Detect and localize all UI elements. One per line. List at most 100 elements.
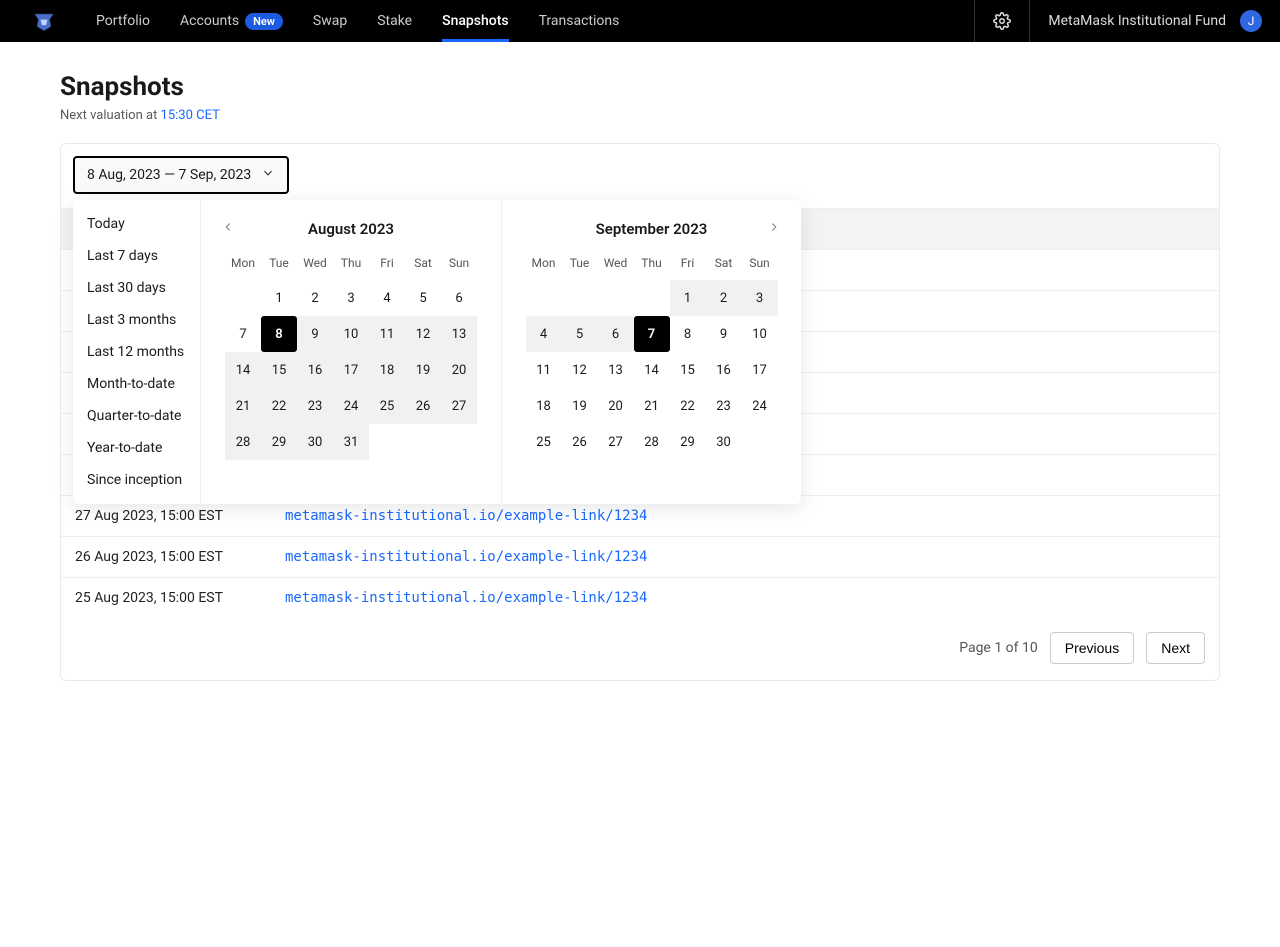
calendar-day[interactable]: 10 xyxy=(333,316,369,352)
row-link[interactable]: metamask-institutional.io/example-link/1… xyxy=(285,549,647,565)
next-page-button[interactable]: Next xyxy=(1146,632,1205,664)
calendar-day[interactable]: 14 xyxy=(634,352,670,388)
calendar-day[interactable]: 26 xyxy=(405,388,441,424)
avatar: J xyxy=(1240,10,1262,32)
calendar-day[interactable]: 23 xyxy=(297,388,333,424)
calendar-day[interactable]: 23 xyxy=(706,388,742,424)
calendar-day[interactable]: 14 xyxy=(225,352,261,388)
preset-last-12-months[interactable]: Last 12 months xyxy=(73,336,200,368)
calendar-day[interactable]: 12 xyxy=(405,316,441,352)
calendar-day[interactable]: 6 xyxy=(441,280,477,316)
nav-stake[interactable]: Stake xyxy=(377,0,412,42)
calendar-day[interactable]: 22 xyxy=(261,388,297,424)
nav-snapshots[interactable]: Snapshots xyxy=(442,0,508,42)
calendar-day[interactable]: 9 xyxy=(706,316,742,352)
prev-page-button[interactable]: Previous xyxy=(1050,632,1134,664)
calendar-day[interactable]: 1 xyxy=(261,280,297,316)
calendar-day[interactable]: 30 xyxy=(297,424,333,460)
calendar-day[interactable]: 17 xyxy=(333,352,369,388)
calendar-day[interactable]: 27 xyxy=(598,424,634,460)
calendar-day[interactable]: 22 xyxy=(670,388,706,424)
calendar-day[interactable]: 27 xyxy=(441,388,477,424)
calendar-day[interactable]: 8 xyxy=(261,316,297,352)
calendar-day[interactable]: 16 xyxy=(297,352,333,388)
calendar-day[interactable]: 15 xyxy=(261,352,297,388)
calendar-day[interactable]: 29 xyxy=(261,424,297,460)
calendar-day[interactable]: 6 xyxy=(598,316,634,352)
dow-label: Mon xyxy=(225,256,261,280)
calendar-day[interactable]: 18 xyxy=(369,352,405,388)
nav-transactions[interactable]: Transactions xyxy=(539,0,620,42)
prev-month-button[interactable] xyxy=(215,218,241,240)
next-valuation-time[interactable]: 15:30 CET xyxy=(161,108,220,123)
calendar-day[interactable]: 20 xyxy=(598,388,634,424)
account-menu[interactable]: MetaMask Institutional Fund J xyxy=(1029,0,1280,42)
calendar-day[interactable]: 13 xyxy=(441,316,477,352)
calendar-day[interactable]: 28 xyxy=(634,424,670,460)
row-link[interactable]: metamask-institutional.io/example-link/1… xyxy=(285,508,647,524)
preset-last-30-days[interactable]: Last 30 days xyxy=(73,272,200,304)
preset-today[interactable]: Today xyxy=(73,208,200,240)
calendar-day[interactable]: 21 xyxy=(634,388,670,424)
calendar-day[interactable]: 29 xyxy=(670,424,706,460)
calendar-day[interactable]: 24 xyxy=(742,388,778,424)
preset-since-inception[interactable]: Since inception xyxy=(73,464,200,496)
dow-label: Mon xyxy=(526,256,562,280)
preset-last-7-days[interactable]: Last 7 days xyxy=(73,240,200,272)
calendar-day[interactable]: 4 xyxy=(369,280,405,316)
calendar-day[interactable]: 30 xyxy=(706,424,742,460)
calendar-day[interactable]: 28 xyxy=(225,424,261,460)
calendar-left-title: August 2023 xyxy=(308,220,394,238)
calendar-day[interactable]: 15 xyxy=(670,352,706,388)
calendar-day[interactable]: 31 xyxy=(333,424,369,460)
preset-last-3-months[interactable]: Last 3 months xyxy=(73,304,200,336)
calendar-day[interactable]: 5 xyxy=(405,280,441,316)
calendar-day[interactable]: 20 xyxy=(441,352,477,388)
calendar-day[interactable]: 5 xyxy=(562,316,598,352)
calendar-day[interactable]: 18 xyxy=(526,388,562,424)
metamask-logo-icon[interactable] xyxy=(32,9,56,33)
calendar-day[interactable]: 3 xyxy=(333,280,369,316)
calendar-day[interactable]: 2 xyxy=(706,280,742,316)
row-link[interactable]: metamask-institutional.io/example-link/1… xyxy=(285,590,647,606)
calendar-day[interactable]: 1 xyxy=(670,280,706,316)
calendar-day[interactable]: 2 xyxy=(297,280,333,316)
row-timestamp: 26 Aug 2023, 15:00 EST xyxy=(75,549,285,565)
calendar-day[interactable]: 8 xyxy=(670,316,706,352)
settings-button[interactable] xyxy=(974,0,1029,42)
calendar-day[interactable]: 7 xyxy=(225,316,261,352)
calendar-right: September 2023 MonTueWedThuFriSatSun 123… xyxy=(501,200,801,504)
calendar-day[interactable]: 10 xyxy=(742,316,778,352)
calendar-day[interactable]: 19 xyxy=(562,388,598,424)
calendar-day[interactable]: 25 xyxy=(369,388,405,424)
calendar-day[interactable]: 25 xyxy=(526,424,562,460)
row-timestamp: 27 Aug 2023, 15:00 EST xyxy=(75,508,285,524)
preset-quarter-to-date[interactable]: Quarter-to-date xyxy=(73,400,200,432)
calendar-day[interactable]: 17 xyxy=(742,352,778,388)
next-month-button[interactable] xyxy=(761,218,787,240)
calendar-day[interactable]: 11 xyxy=(369,316,405,352)
preset-month-to-date[interactable]: Month-to-date xyxy=(73,368,200,400)
nav-portfolio[interactable]: Portfolio xyxy=(96,0,150,42)
nav-accounts[interactable]: Accounts New xyxy=(180,0,283,42)
calendar-day[interactable]: 26 xyxy=(562,424,598,460)
calendar-day[interactable]: 4 xyxy=(526,316,562,352)
calendar-day[interactable]: 19 xyxy=(405,352,441,388)
nav-swap[interactable]: Swap xyxy=(313,0,347,42)
dow-label: Sat xyxy=(405,256,441,280)
calendar-day[interactable]: 11 xyxy=(526,352,562,388)
calendar-day[interactable]: 3 xyxy=(742,280,778,316)
calendar-day[interactable]: 24 xyxy=(333,388,369,424)
calendar-day[interactable]: 16 xyxy=(706,352,742,388)
calendar-day[interactable]: 21 xyxy=(225,388,261,424)
table-row: 25 Aug 2023, 15:00 ESTmetamask-instituti… xyxy=(61,578,1219,618)
dow-label: Sun xyxy=(441,256,477,280)
calendar-day[interactable]: 12 xyxy=(562,352,598,388)
calendar-day[interactable]: 7 xyxy=(634,316,670,352)
calendar-day[interactable]: 9 xyxy=(297,316,333,352)
date-range-button[interactable]: 8 Aug, 2023 — 7 Sep, 2023 xyxy=(73,156,289,194)
preset-year-to-date[interactable]: Year-to-date xyxy=(73,432,200,464)
dow-label: Wed xyxy=(297,256,333,280)
dow-label: Sat xyxy=(706,256,742,280)
calendar-day[interactable]: 13 xyxy=(598,352,634,388)
